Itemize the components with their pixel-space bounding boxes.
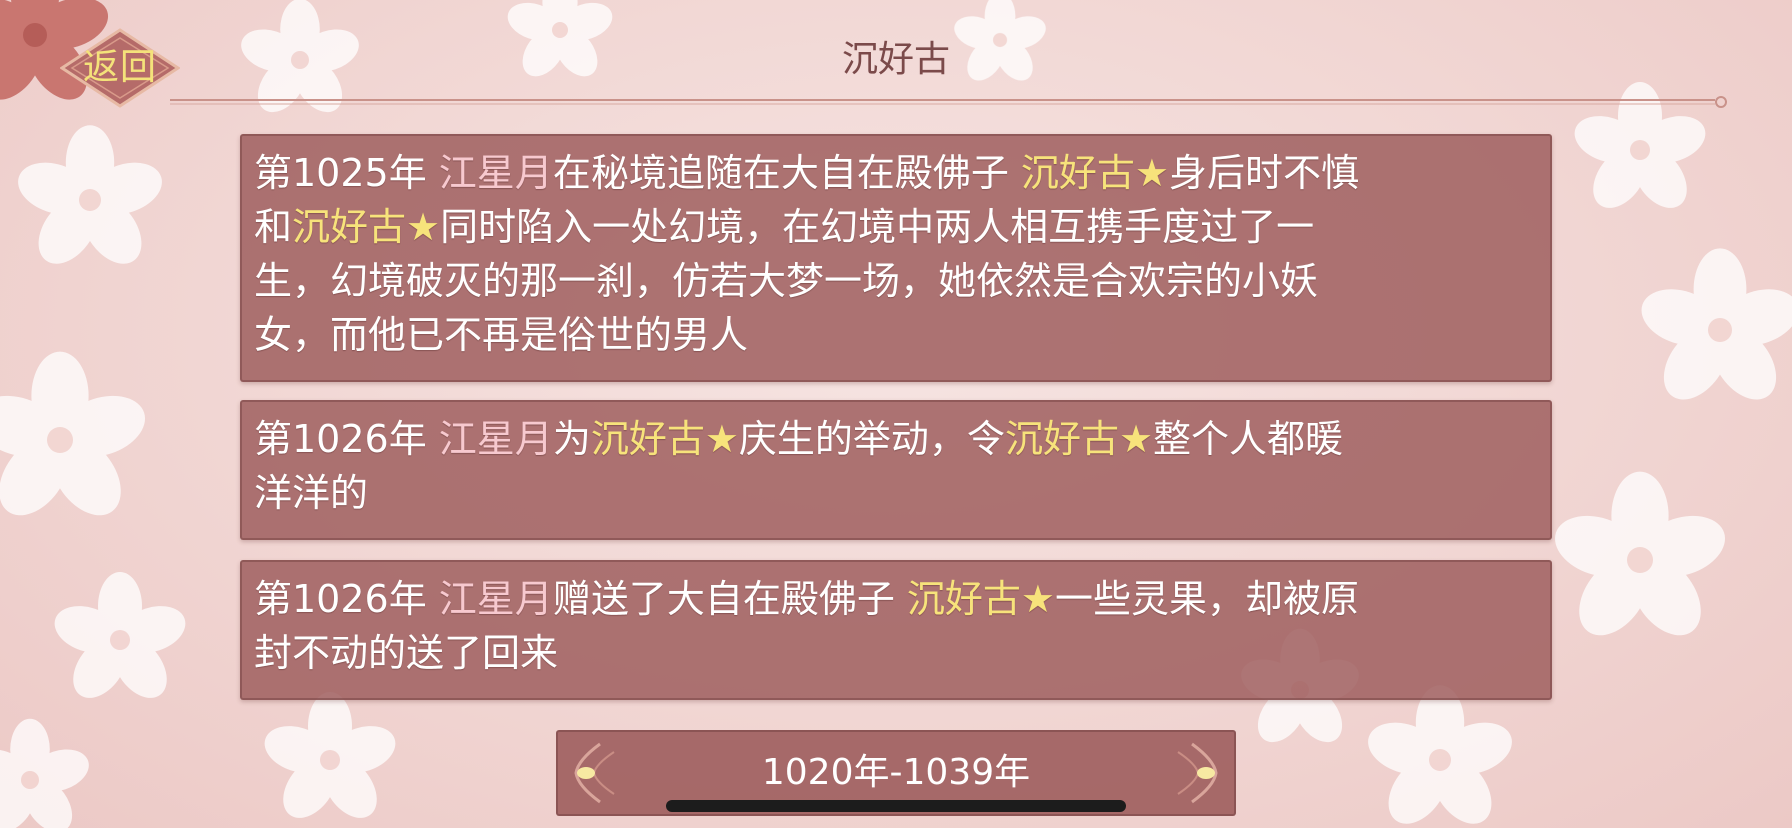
event-text: 第1026年: [254, 577, 439, 621]
event-text: 整个人都暖: [1153, 417, 1344, 461]
event-text: 庆生的举动，令: [738, 417, 1005, 461]
star-icon: ★: [406, 205, 441, 249]
character-name: 江星月: [438, 417, 553, 461]
event-text: 身后时不慎: [1169, 151, 1360, 195]
header-divider: [170, 96, 1727, 108]
event-text: 同时陷入一处幻境，在幻境中两人相互携手度过了一: [440, 205, 1315, 249]
event-text: 生，幻境破灭的那一刹，仿若大梦一场，她依然是合欢宗的小妖: [254, 259, 1319, 303]
target-name: 沉好古: [1020, 151, 1135, 195]
star-icon: ★: [1134, 151, 1169, 195]
star-icon: ★: [1118, 417, 1154, 461]
event-card: 第1026年 江星月赠送了大自在殿佛子 沉好古★一些灵果，却被原封不动的送了回来: [240, 560, 1552, 700]
event-text: 一些灵果，却被原: [1055, 577, 1360, 621]
event-text: 和: [254, 205, 293, 249]
event-text: 女，而他已不再是俗世的男人: [254, 313, 749, 357]
target-name: 沉好古: [906, 577, 1021, 621]
event-card: 第1025年 江星月在秘境追随在大自在殿佛子 沉好古★身后时不慎 和沉好古★同时陷…: [240, 134, 1552, 382]
star-icon: ★: [704, 417, 739, 461]
event-text: 为: [552, 417, 591, 461]
page-title: 沉好古: [841, 39, 950, 80]
star-icon: ★: [1020, 577, 1055, 621]
event-text: 第1026年: [254, 417, 439, 461]
event-text: 第1025年: [254, 151, 439, 195]
event-text: 在秘境追随在大自在殿佛子: [552, 151, 1021, 195]
event-card: 第1026年 江星月为沉好古★庆生的举动，令沉好古★整个人都暖 洋洋的: [240, 400, 1552, 540]
target-name: 沉好古: [292, 205, 407, 249]
event-text: 洋洋的: [254, 471, 369, 515]
character-name: 江星月: [438, 151, 553, 195]
event-text: 赠送了大自在殿佛子: [552, 577, 907, 621]
character-name: 江星月: [438, 577, 553, 621]
ornate-arrow-right-icon[interactable]: [1148, 736, 1222, 810]
target-name: 沉好古: [590, 417, 705, 461]
event-text: 封不动的送了回来: [254, 631, 559, 675]
home-indicator[interactable]: [666, 800, 1126, 812]
target-name: 沉好古: [1004, 417, 1119, 461]
